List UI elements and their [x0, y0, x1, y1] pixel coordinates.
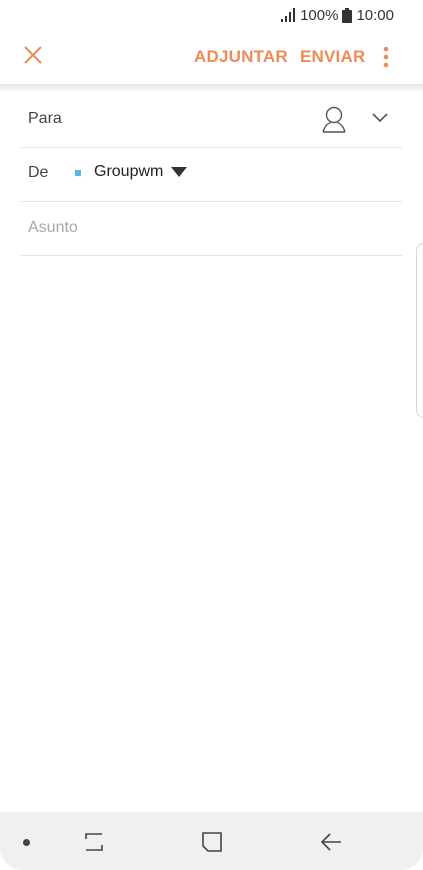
home-button[interactable]	[197, 828, 227, 856]
to-label: Para	[28, 110, 62, 127]
subject-row	[21, 201, 402, 256]
more-options-button[interactable]	[376, 43, 396, 71]
edge-panel-handle[interactable]	[416, 243, 423, 418]
sender-row: De Groupwm	[21, 147, 402, 202]
close-button[interactable]	[18, 40, 48, 70]
clock: 10:00	[356, 6, 394, 24]
back-button[interactable]	[316, 828, 346, 856]
battery-icon	[342, 7, 353, 23]
recents-icon	[85, 833, 103, 851]
send-button[interactable]: ENVIAR	[300, 47, 365, 67]
attach-button[interactable]: ADJUNTAR	[194, 47, 288, 67]
navigation-bar	[0, 812, 423, 870]
app-bar: ADJUNTAR ENVIAR	[0, 30, 423, 84]
close-icon	[24, 46, 42, 64]
compose-email-screen: 100% 10:00 ADJUNTAR ENVIAR Para De Group…	[0, 0, 423, 870]
from-label: De	[28, 164, 49, 181]
recipient-row[interactable]: Para	[21, 93, 402, 148]
signal-icon	[281, 8, 296, 22]
home-icon	[202, 832, 222, 852]
contact-icon[interactable]	[321, 105, 347, 133]
hide-nav-dot[interactable]	[23, 839, 30, 846]
battery-percentage: 100%	[300, 6, 339, 24]
message-body[interactable]	[0, 256, 423, 812]
back-icon	[320, 833, 341, 851]
subject-input[interactable]	[28, 215, 388, 241]
account-color-indicator	[75, 170, 81, 176]
recents-button[interactable]	[79, 828, 109, 856]
chevron-down-icon[interactable]	[371, 112, 389, 124]
more-vertical-icon	[383, 46, 389, 68]
sender-account-select[interactable]: Groupwm	[94, 163, 188, 181]
app-bar-divider	[0, 84, 423, 92]
dropdown-arrow-icon	[171, 167, 188, 177]
status-bar: 100% 10:00	[0, 0, 423, 30]
sender-account-name: Groupwm	[94, 163, 164, 180]
